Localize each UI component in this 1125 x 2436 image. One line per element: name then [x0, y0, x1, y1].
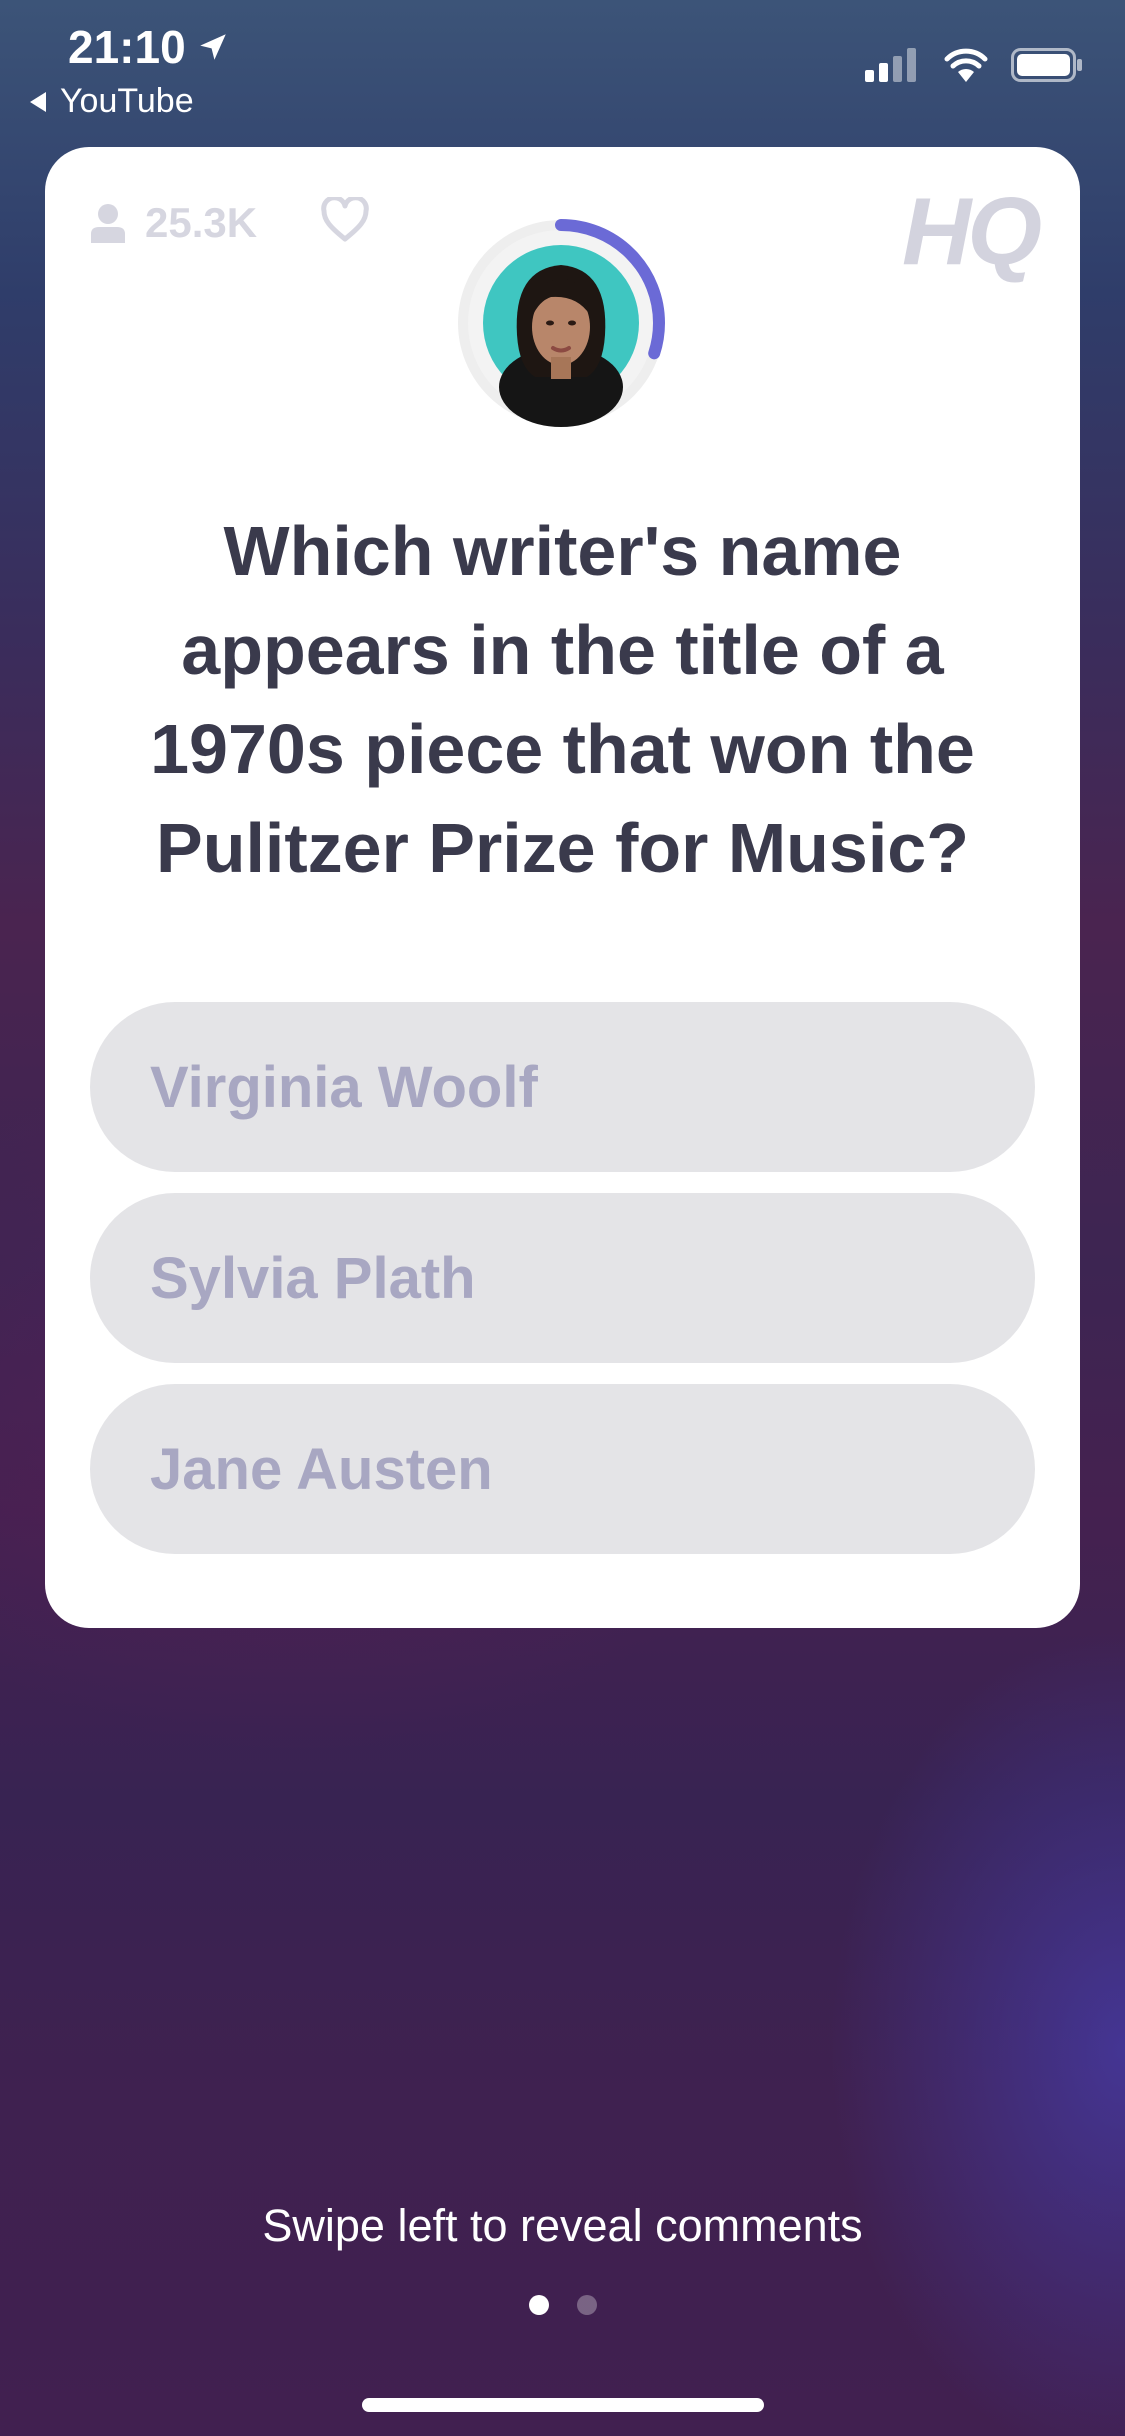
- host-timer: [457, 219, 665, 427]
- person-icon: [91, 204, 125, 243]
- answer-label: Virginia Woolf: [150, 1054, 538, 1120]
- page-dot-1[interactable]: [528, 2295, 549, 2315]
- home-indicator[interactable]: [362, 2398, 764, 2412]
- battery-icon: [1011, 48, 1082, 82]
- page-indicator[interactable]: [0, 2295, 1125, 2315]
- status-indicators: [865, 48, 1083, 82]
- answer-option-1[interactable]: Virginia Woolf: [90, 1002, 1035, 1172]
- page-dot-2[interactable]: [576, 2295, 597, 2315]
- answer-label: Jane Austen: [150, 1436, 493, 1502]
- viewer-count: 25.3K: [89, 199, 257, 247]
- heart-icon[interactable]: [320, 197, 370, 243]
- hq-logo: HQ: [902, 178, 1042, 285]
- answer-option-3[interactable]: Jane Austen: [90, 1384, 1035, 1554]
- status-time: 21:10: [68, 20, 230, 74]
- back-triangle-icon: [30, 91, 46, 112]
- viewer-count-text: 25.3K: [145, 199, 258, 246]
- back-to-app-link[interactable]: YouTube: [28, 82, 194, 121]
- clock-text: 21:10: [68, 21, 186, 73]
- answer-option-2[interactable]: Sylvia Plath: [90, 1193, 1035, 1363]
- wifi-icon: [944, 48, 988, 82]
- answer-label: Sylvia Plath: [150, 1245, 476, 1311]
- cellular-signal-icon: [865, 48, 916, 82]
- swipe-hint: Swipe left to reveal comments: [262, 2200, 863, 2251]
- question-text: Which writer's name appears in the title…: [150, 512, 975, 887]
- question-card: 25.3K HQ Which writer's name appears in …: [45, 147, 1080, 1628]
- location-arrow-icon: [199, 34, 226, 60]
- back-app-label: YouTube: [60, 82, 194, 120]
